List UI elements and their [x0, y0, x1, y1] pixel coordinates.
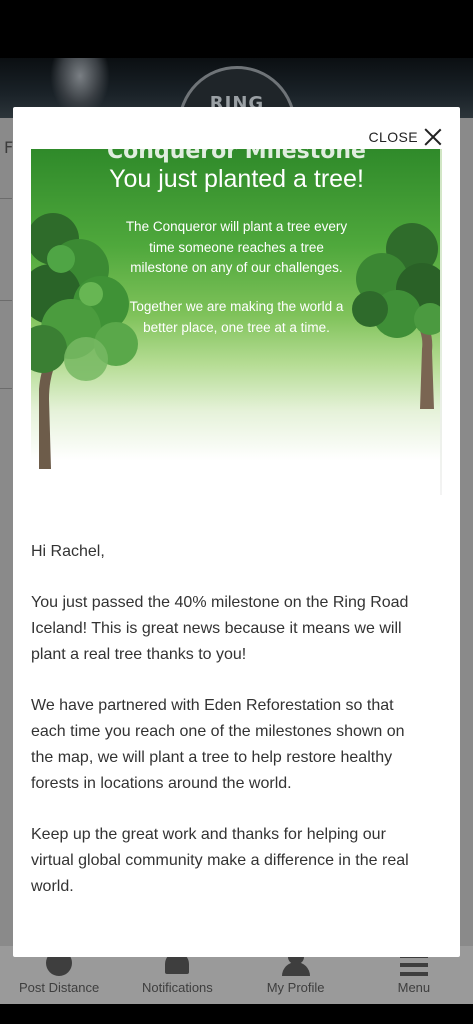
banner-paragraph: The Conqueror will plant a tree every ti… — [125, 219, 348, 275]
close-button[interactable]: CLOSE — [369, 126, 442, 148]
closing-paragraph: Keep up the great work and thanks for he… — [31, 826, 409, 895]
background-partial-text: F — [4, 138, 14, 157]
close-icon — [424, 128, 442, 146]
background-divider — [0, 198, 12, 199]
greeting-text: Hi Rachel, — [31, 543, 105, 560]
right-tree-illustration — [352, 223, 442, 409]
tree-planted-modal: CLOSE Conqueror Milestone You just plant… — [13, 107, 460, 957]
banner-edge — [440, 149, 442, 495]
partner-paragraph: We have partnered with Eden Reforestatio… — [31, 697, 405, 792]
close-label: CLOSE — [368, 129, 418, 145]
background-divider — [0, 300, 12, 301]
banner-cropped-heading: Conqueror Milestone — [107, 149, 366, 164]
status-bar — [0, 0, 473, 58]
tree-banner: Conqueror Milestone You just planted a t… — [31, 149, 442, 495]
nav-label: Menu — [397, 980, 431, 995]
nav-label: Post Distance — [19, 980, 100, 995]
banner-title: You just planted a tree! — [109, 165, 364, 193]
background-divider — [0, 388, 12, 389]
message-body: Hi Rachel, You just passed the 40% miles… — [31, 539, 426, 925]
system-bottom-bar — [0, 1004, 473, 1024]
banner-paragraph: Together we are making the world a bette… — [129, 299, 344, 335]
nav-label: My Profile — [266, 980, 325, 995]
milestone-paragraph: You just passed the 40% milestone on the… — [31, 594, 409, 663]
nav-label: Notifications — [141, 980, 213, 995]
